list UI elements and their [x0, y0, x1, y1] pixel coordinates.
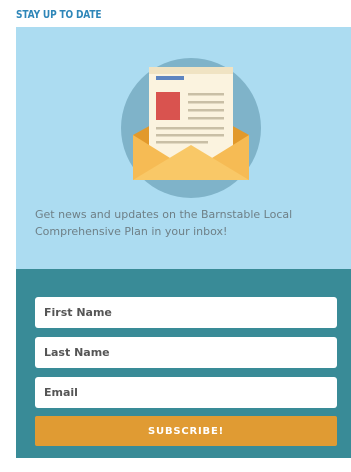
- first-name-field[interactable]: [35, 297, 337, 328]
- section-heading: STAY UP TO DATE: [16, 8, 102, 21]
- subscribe-form: SUBSCRIBE!: [16, 269, 351, 458]
- newsletter-intro-panel: Get news and updates on the Barnstable L…: [16, 27, 351, 269]
- subscribe-button[interactable]: SUBSCRIBE!: [35, 416, 337, 446]
- email-field[interactable]: [35, 377, 337, 408]
- newsletter-description: Get news and updates on the Barnstable L…: [35, 208, 293, 238]
- last-name-field[interactable]: [35, 337, 337, 368]
- newsletter-envelope-icon: [121, 58, 261, 198]
